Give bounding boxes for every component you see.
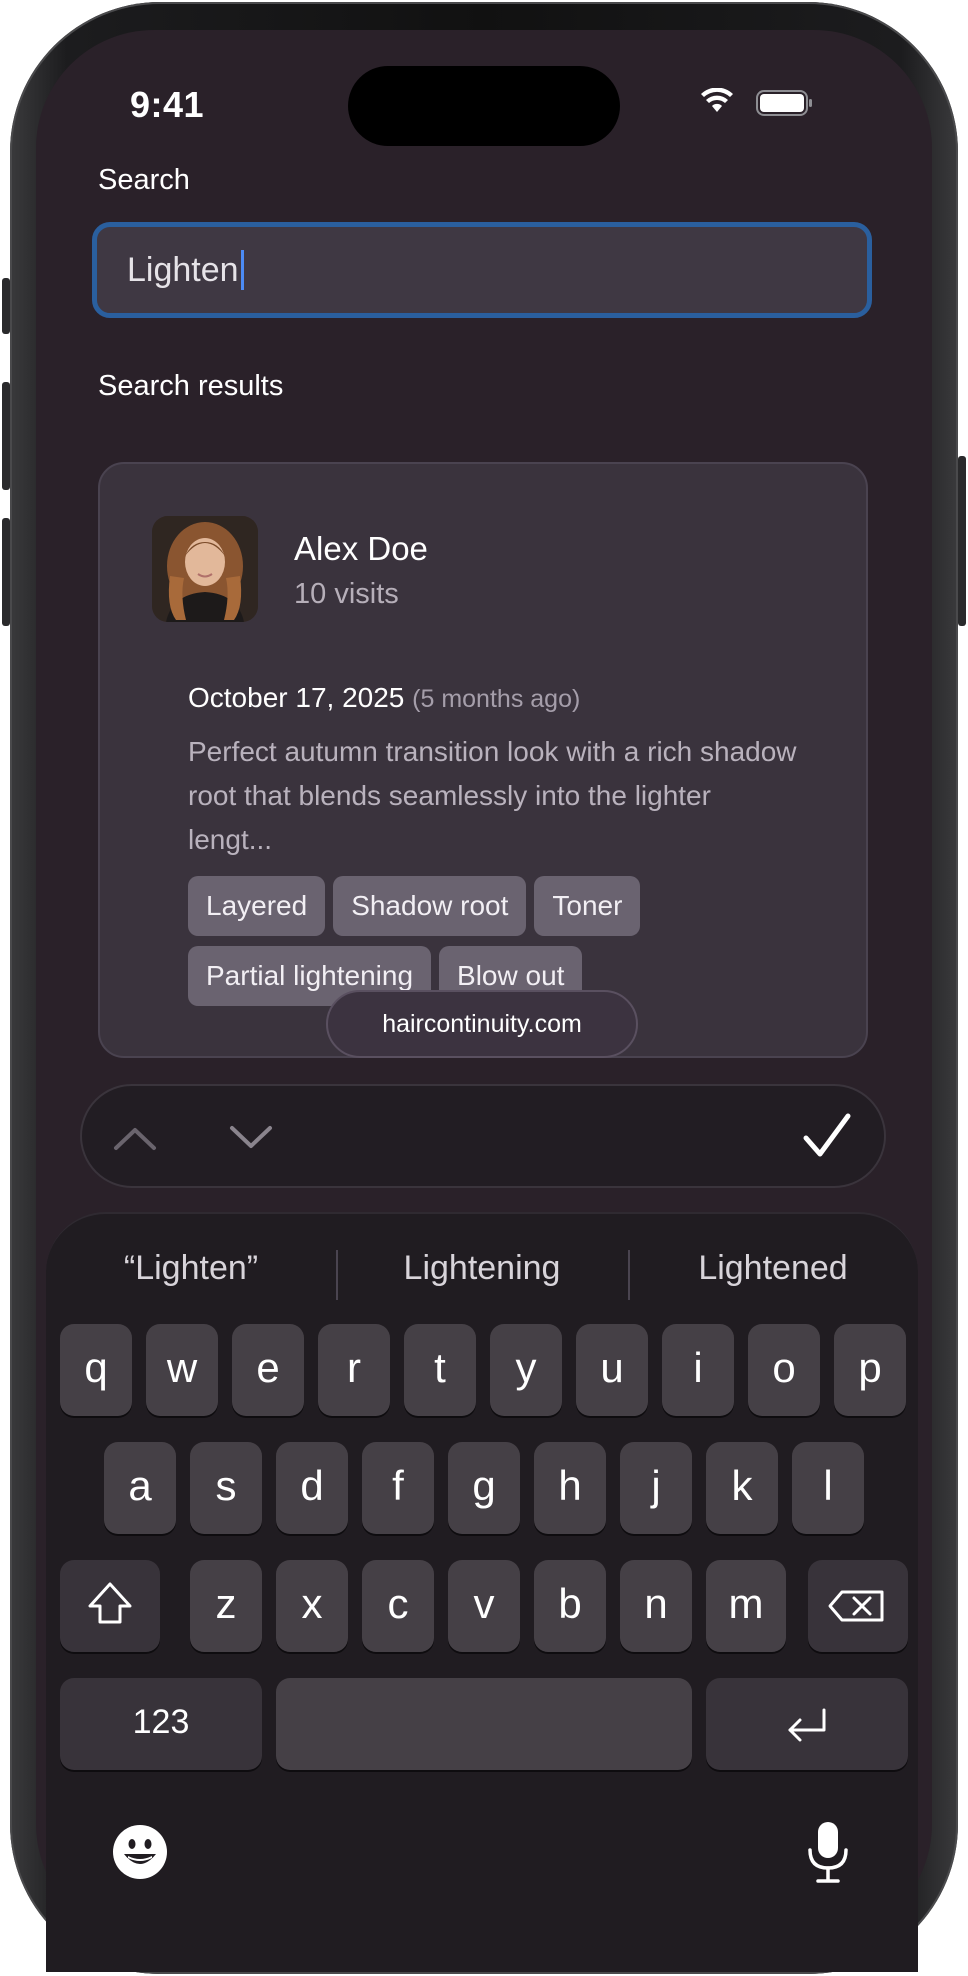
client-name: Alex Doe (294, 530, 428, 567)
key-s[interactable]: s (190, 1442, 262, 1534)
search-label: Search (98, 164, 190, 196)
return-key[interactable] (706, 1678, 908, 1770)
wifi-icon (701, 88, 733, 112)
battery-icon (756, 90, 812, 116)
key-j[interactable]: j (620, 1442, 692, 1534)
chevron-down-icon[interactable] (228, 1118, 274, 1158)
shift-icon (88, 1582, 132, 1624)
tag: Shadow root (333, 876, 527, 936)
text-caret (240, 250, 244, 290)
visit-notes: Perfect autumn transition look with a ri… (188, 736, 797, 855)
emoji-icon[interactable] (112, 1824, 168, 1880)
tag: Layered (188, 876, 326, 936)
status-time: 9:41 (130, 84, 205, 125)
key-m[interactable]: m (706, 1560, 786, 1652)
visit-date-text: October 17, 2025 (188, 682, 405, 713)
key-n[interactable]: n (620, 1560, 692, 1652)
return-icon (788, 1708, 826, 1742)
key-z[interactable]: z (190, 1560, 262, 1652)
key-g[interactable]: g (448, 1442, 520, 1534)
result-card[interactable]: Alex Doe 10 visits October 17, 2025 (5 m… (98, 462, 868, 1058)
key-k[interactable]: k (706, 1442, 778, 1534)
key-e[interactable]: e (232, 1324, 304, 1416)
delete-icon (828, 1590, 884, 1622)
key-f[interactable]: f (362, 1442, 434, 1534)
tag: Toner (534, 876, 641, 936)
visit-count: 10 visits (294, 578, 399, 610)
numbers-key[interactable]: 123 (60, 1678, 262, 1770)
key-y[interactable]: y (490, 1324, 562, 1416)
key-h[interactable]: h (534, 1442, 606, 1534)
dynamic-island (348, 66, 620, 146)
suggestion-item[interactable]: Lightened (628, 1228, 918, 1308)
shift-key[interactable] (60, 1560, 160, 1652)
volume-down-button (2, 518, 10, 626)
action-button (2, 278, 10, 334)
avatar-image (152, 516, 258, 622)
results-heading: Search results (98, 370, 284, 402)
power-button (958, 456, 966, 626)
key-x[interactable]: x (276, 1560, 348, 1652)
suggestion-item[interactable]: Lightening (337, 1228, 627, 1308)
url-bar[interactable]: haircontinuity.com (326, 990, 638, 1058)
microphone-icon[interactable] (806, 1820, 850, 1884)
key-o[interactable]: o (748, 1324, 820, 1416)
suggestion-bar: “Lighten” Lightening Lightened (46, 1228, 918, 1308)
key-q[interactable]: q (60, 1324, 132, 1416)
key-l[interactable]: l (792, 1442, 864, 1534)
key-w[interactable]: w (146, 1324, 218, 1416)
key-v[interactable]: v (448, 1560, 520, 1652)
key-d[interactable]: d (276, 1442, 348, 1534)
search-input-value: Lighten (127, 250, 239, 289)
delete-key[interactable] (808, 1560, 908, 1652)
key-r[interactable]: r (318, 1324, 390, 1416)
key-u[interactable]: u (576, 1324, 648, 1416)
chevron-up-icon[interactable] (112, 1118, 158, 1158)
key-b[interactable]: b (534, 1560, 606, 1652)
search-input[interactable]: Lighten (92, 222, 872, 318)
volume-up-button (2, 382, 10, 490)
visit-date: October 17, 2025 (5 months ago) (188, 682, 580, 714)
visit-relative-time: (5 months ago) (412, 685, 581, 713)
key-t[interactable]: t (404, 1324, 476, 1416)
checkmark-icon[interactable] (802, 1110, 852, 1162)
key-a[interactable]: a (104, 1442, 176, 1534)
key-i[interactable]: i (662, 1324, 734, 1416)
key-c[interactable]: c (362, 1560, 434, 1652)
key-p[interactable]: p (834, 1324, 906, 1416)
form-accessory-bar (80, 1084, 886, 1188)
space-key[interactable] (276, 1678, 692, 1770)
suggestion-item[interactable]: “Lighten” (46, 1228, 336, 1308)
avatar (152, 516, 258, 622)
